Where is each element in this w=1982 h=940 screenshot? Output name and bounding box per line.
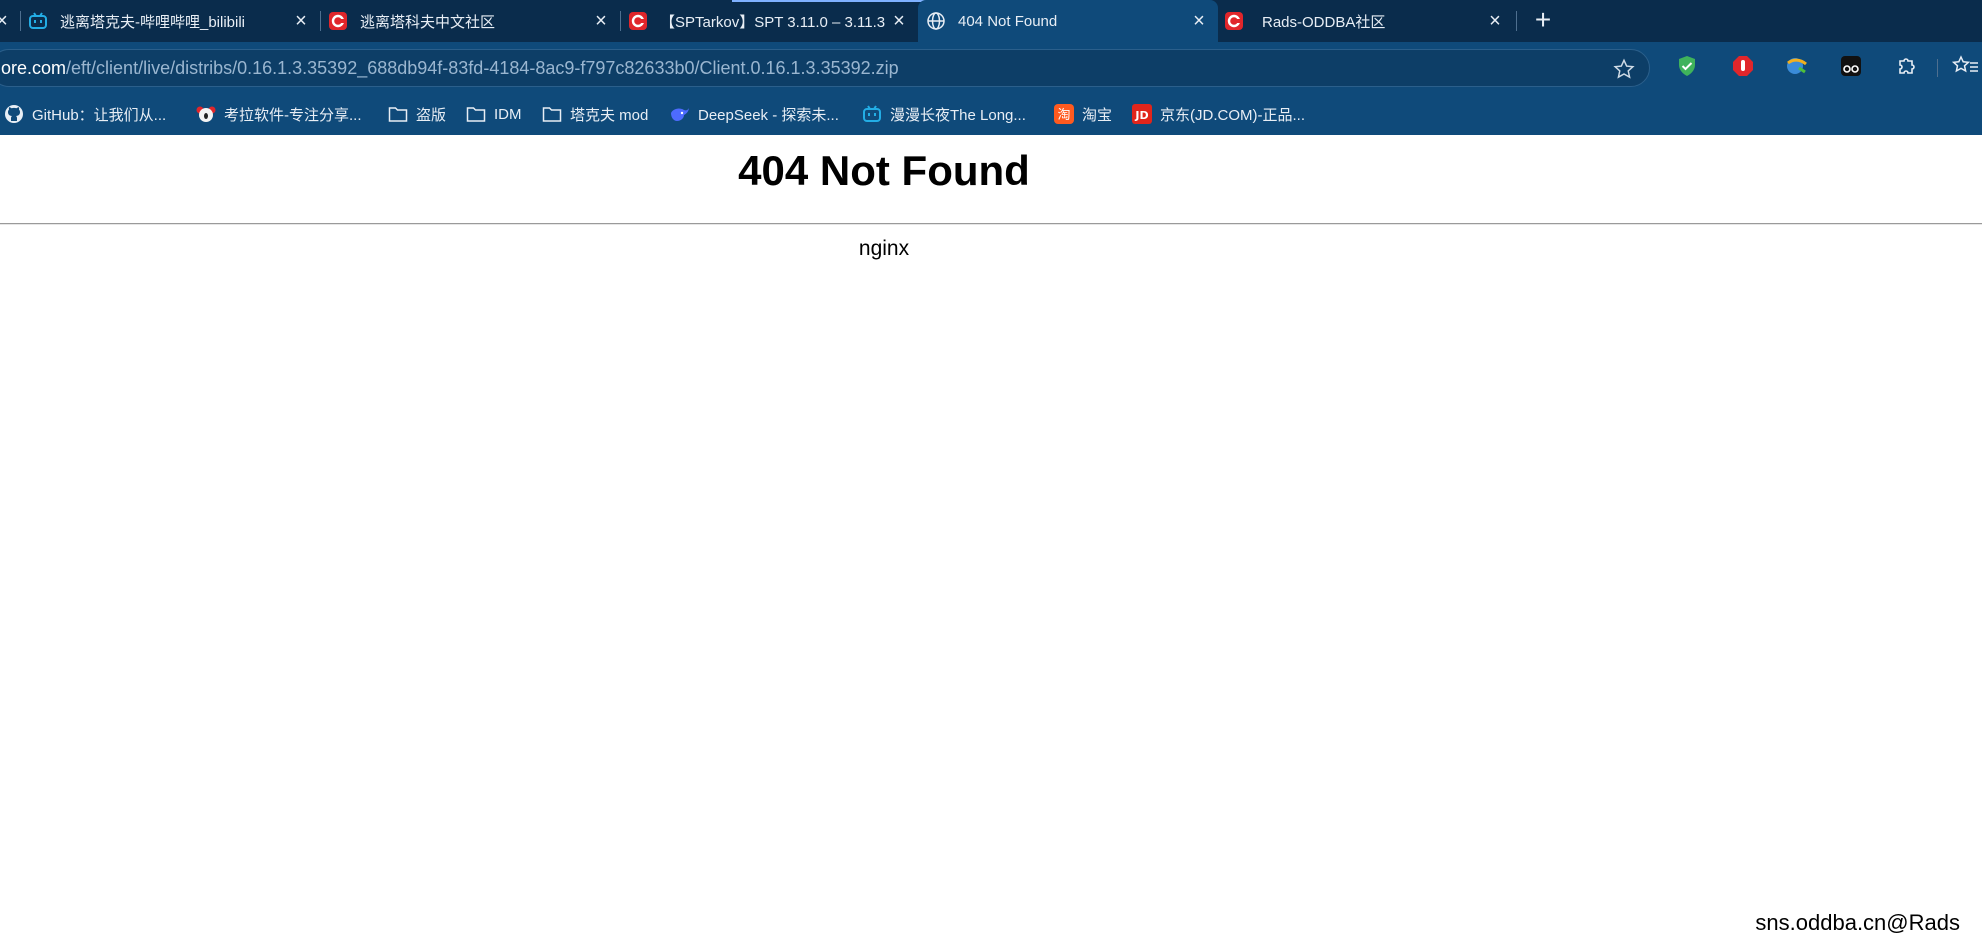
bilibili-icon: [28, 11, 48, 31]
bookmark-the-long-dark[interactable]: 漫漫长夜The Long...: [862, 102, 1026, 126]
folder-icon: [542, 104, 562, 124]
tab-offscreen[interactable]: ×: [0, 0, 10, 42]
tab-separator: [20, 11, 21, 31]
tab-404-active[interactable]: 404 Not Found ×: [918, 0, 1218, 42]
tab-title: 逃离塔克夫-哔哩哔哩_bilibili: [60, 13, 246, 31]
taobao-icon: 淘: [1054, 104, 1074, 124]
bilibili-icon: [862, 104, 882, 124]
toolbar: ore.com/eft/client/live/distribs/0.16.1.…: [0, 42, 1982, 92]
close-icon[interactable]: ×: [0, 10, 10, 32]
server-name: nginx: [858, 237, 910, 260]
url-host: ore.com: [1, 57, 67, 78]
watermark-text: sns.oddba.cn@Rads: [1755, 910, 1960, 935]
tab-oddba-community[interactable]: 逃离塔科夫中文社区 ×: [328, 0, 620, 42]
svg-text:淘: 淘: [1057, 108, 1070, 123]
tab-sptarkov[interactable]: 【SPTarkov】SPT 3.11.0 – 3.11.3 F ×: [628, 0, 918, 42]
oddba-icon: [1224, 11, 1244, 31]
tab-rads-oddba[interactable]: Rads-ODDBA社区 ×: [1224, 0, 1514, 42]
bookmark-github[interactable]: GitHub：让我们从...: [4, 102, 166, 126]
close-icon[interactable]: ×: [590, 10, 612, 32]
close-icon[interactable]: ×: [1484, 10, 1506, 32]
bookmark-label: 淘宝: [1082, 106, 1113, 124]
tab-title: Rads-ODDBA社区: [1262, 13, 1386, 31]
toolbar-separator: [1937, 59, 1938, 77]
url-text: ore.com/eft/client/live/distribs/0.16.1.…: [0, 58, 899, 79]
folder-icon: [466, 104, 486, 124]
bookmark-label: 京东(JD.COM)-正品...: [1160, 106, 1305, 124]
bookmark-koala[interactable]: 考拉软件-专注分享...: [196, 102, 362, 126]
jd-icon: JD: [1132, 104, 1152, 124]
address-bar[interactable]: ore.com/eft/client/live/distribs/0.16.1.…: [0, 49, 1650, 87]
bookmark-folder-tarkov-mod[interactable]: 塔克夫 mod: [542, 102, 648, 126]
oddba-icon: [628, 11, 648, 31]
bookmark-folder-daoban[interactable]: 盗版: [388, 102, 446, 126]
folder-icon: [388, 104, 408, 124]
bookmark-label: DeepSeek - 探索未...: [698, 106, 839, 124]
tab-title: 【SPTarkov】SPT 3.11.0 – 3.11.3 F: [660, 13, 888, 31]
bookmark-label: 盗版: [416, 106, 447, 124]
close-icon[interactable]: ×: [290, 10, 312, 32]
shield-check-icon[interactable]: [1674, 53, 1700, 79]
idm-extension-icon[interactable]: [1784, 53, 1810, 79]
bookmark-taobao[interactable]: 淘 淘宝: [1054, 102, 1112, 126]
koala-icon: [196, 104, 216, 124]
globe-icon: [926, 11, 946, 31]
deepseek-icon: [670, 104, 690, 124]
close-icon[interactable]: ×: [1188, 10, 1210, 32]
tab-title: 逃离塔科夫中文社区: [360, 13, 496, 31]
bookmark-folder-idm[interactable]: IDM: [466, 102, 522, 126]
svg-text:JD: JD: [1134, 109, 1148, 122]
bookmark-label: 塔克夫 mod: [570, 106, 649, 124]
bookmark-deepseek[interactable]: DeepSeek - 探索未...: [670, 102, 839, 126]
url-path: /eft/client/live/distribs/0.16.1.3.35392…: [66, 57, 899, 78]
bookmark-star-icon[interactable]: [1613, 58, 1635, 86]
browser-chrome: × 逃离塔克夫-哔哩哔哩_bilibili × 逃离塔科夫中文社区 × 【SPT…: [0, 0, 1982, 135]
tab-title: 404 Not Found: [958, 12, 1058, 30]
tampermonkey-icon[interactable]: [1838, 53, 1864, 79]
tab-separator: [320, 11, 321, 31]
horizontal-rule: [0, 223, 1982, 225]
github-icon: [4, 104, 24, 124]
page-title: 404 Not Found: [738, 147, 1030, 194]
favorites-icon[interactable]: [1952, 53, 1978, 79]
bookmark-label: GitHub：让我们从...: [32, 106, 167, 124]
bookmark-label: 考拉软件-专注分享...: [224, 106, 362, 124]
bookmark-jd[interactable]: JD 京东(JD.COM)-正品...: [1132, 102, 1305, 126]
bookmarks-bar: GitHub：让我们从... 考拉软件-专注分享... 盗版 IDM 塔克夫 m…: [0, 92, 1982, 135]
oddba-icon: [328, 11, 348, 31]
tab-bilibili[interactable]: 逃离塔克夫-哔哩哔哩_bilibili ×: [28, 0, 320, 42]
bookmark-label: IDM: [494, 105, 522, 123]
close-icon[interactable]: ×: [888, 10, 910, 32]
bookmark-label: 漫漫长夜The Long...: [890, 106, 1026, 124]
tab-strip: × 逃离塔克夫-哔哩哔哩_bilibili × 逃离塔科夫中文社区 × 【SPT…: [0, 0, 1982, 42]
stop-hand-icon[interactable]: [1730, 53, 1756, 79]
tab-separator: [620, 11, 621, 31]
extensions-puzzle-icon[interactable]: [1894, 53, 1920, 79]
tab-separator: [1516, 11, 1517, 31]
page-content: 404 Not Found nginx sns.oddba.cn@Rads: [0, 135, 1982, 940]
new-tab-plus-icon[interactable]: +: [1528, 6, 1558, 36]
